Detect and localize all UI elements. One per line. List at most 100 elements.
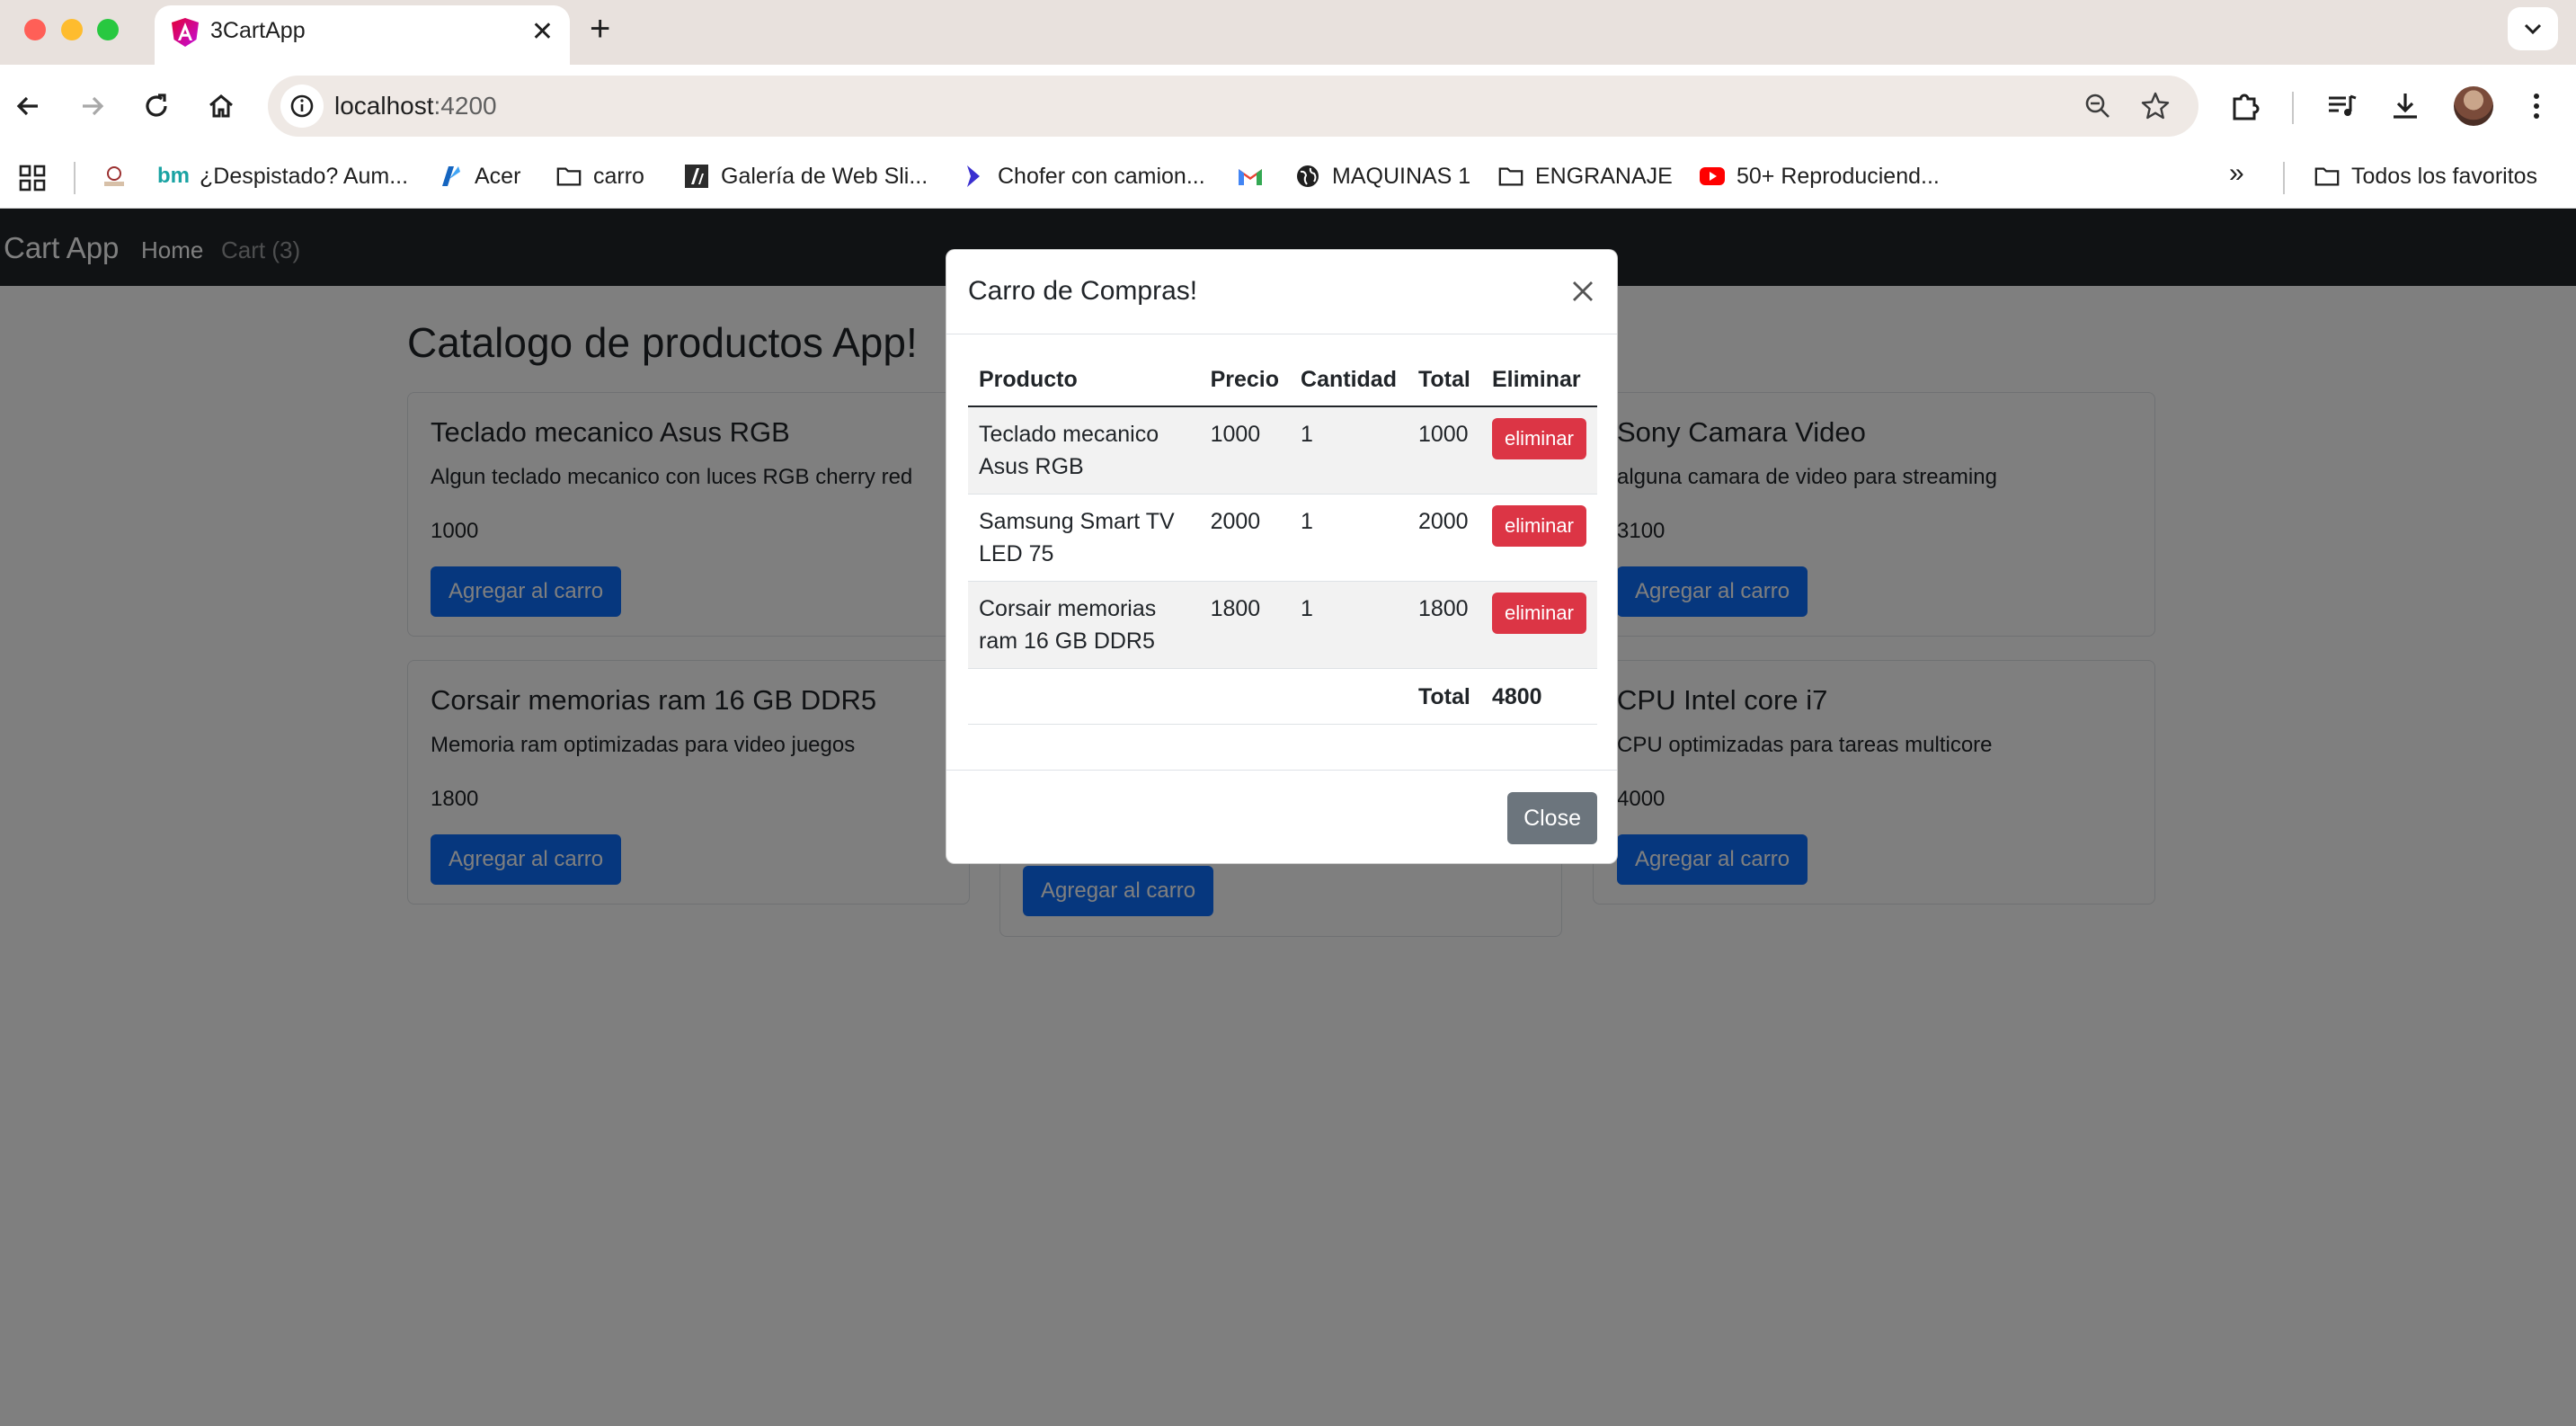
cell-producto: Corsair memorias ram 16 GB DDR5 — [968, 581, 1200, 669]
bookmark-engranaje[interactable]: ENGRANAJE — [1497, 158, 1673, 194]
browser-tab-active[interactable]: 3CartApp ✕ — [155, 5, 570, 65]
toolbar-divider — [2292, 92, 2294, 124]
bookmark-label: Galería de Web Sli... — [721, 163, 928, 189]
chevron-down-icon — [2524, 23, 2542, 35]
address-bar[interactable]: localhost:4200 — [268, 76, 2198, 137]
bm-logo-icon: bm — [157, 164, 190, 188]
profile-avatar[interactable] — [2454, 86, 2493, 126]
folder-icon — [1497, 163, 1524, 190]
zoom-out-icon[interactable] — [2082, 90, 2114, 122]
bookmark-label: carro — [593, 163, 644, 189]
cell-total: 2000 — [1407, 494, 1481, 582]
bookmark-star-icon[interactable] — [2139, 90, 2172, 122]
bookmark-maquinas[interactable]: MAQUINAS 1 — [1294, 158, 1470, 194]
acer-logo-icon — [437, 163, 464, 190]
bookmark-label: 50+ Reproduciend... — [1737, 163, 1940, 189]
web-slice-icon — [683, 163, 710, 190]
more-bookmarks-chevron-icon[interactable]: » — [2229, 158, 2244, 189]
remove-item-button[interactable]: eliminar — [1491, 593, 1586, 634]
back-arrow-icon[interactable] — [11, 88, 47, 124]
forward-arrow-icon[interactable] — [74, 88, 110, 124]
cell-eliminar: eliminar — [1480, 494, 1597, 582]
table-total-row: Total 4800 — [968, 668, 1597, 725]
url-text[interactable]: localhost:4200 — [334, 92, 497, 120]
globe-icon — [1294, 163, 1321, 190]
folder-icon — [555, 163, 582, 190]
more-menu-icon[interactable] — [2517, 86, 2556, 126]
angular-logo-icon — [172, 18, 199, 47]
bookmark-galeria[interactable]: Galería de Web Sli... — [683, 158, 928, 194]
bookmark-label: MAQUINAS 1 — [1332, 163, 1471, 189]
bookmark-carro[interactable]: carro — [555, 158, 644, 194]
cart-table: Producto Precio Cantidad Total Eliminar … — [968, 354, 1597, 725]
cell-cantidad: 1 — [1290, 406, 1408, 495]
home-icon[interactable] — [203, 88, 239, 124]
bookmark-chofer[interactable]: Chofer con camion... — [960, 158, 1205, 194]
cell-cantidad: 1 — [1290, 581, 1408, 669]
media-controls-icon[interactable] — [2323, 86, 2362, 126]
remove-item-button[interactable]: eliminar — [1491, 505, 1586, 547]
bookmark-label: Acer — [475, 163, 521, 189]
total-label: Total — [1407, 668, 1481, 725]
bookmark-label: Todos los favoritos — [2351, 163, 2538, 189]
column-header: Eliminar — [1480, 354, 1597, 407]
tab-search-button[interactable] — [2508, 7, 2558, 50]
remove-item-button[interactable]: eliminar — [1491, 418, 1586, 459]
bookmark-all-favorites[interactable]: Todos los favoritos — [2314, 158, 2537, 194]
bookmark-youtube[interactable]: 50+ Reproduciend... — [1699, 158, 1940, 194]
close-window-button[interactable] — [24, 19, 46, 40]
cell-eliminar: eliminar — [1480, 581, 1597, 669]
youtube-icon — [1699, 163, 1726, 190]
bookmark-divider — [74, 162, 76, 194]
column-header: Precio — [1199, 354, 1291, 407]
reload-icon[interactable] — [138, 88, 174, 124]
close-button[interactable]: Close — [1507, 792, 1597, 844]
cell-producto: Teclado mecanico Asus RGB — [968, 406, 1200, 495]
table-row: Teclado mecanico Asus RGB 1000 1 1000 el… — [968, 406, 1597, 495]
new-tab-button[interactable]: + — [590, 11, 610, 47]
seal-logo-icon — [101, 163, 128, 190]
zoom-window-button[interactable] — [97, 19, 119, 40]
bookmark-seal[interactable] — [101, 158, 138, 194]
table-header-row: Producto Precio Cantidad Total Eliminar — [968, 354, 1597, 407]
close-icon[interactable] — [1567, 275, 1599, 307]
extensions-puzzle-icon[interactable] — [2225, 86, 2265, 126]
download-icon[interactable] — [2385, 86, 2425, 126]
minimize-window-button[interactable] — [61, 19, 83, 40]
bookmarks-bar: bm ¿Despistado? Aum... Acer carro Galerí… — [0, 147, 2576, 209]
cell-cantidad: 1 — [1290, 494, 1408, 582]
column-header: Cantidad — [1290, 354, 1408, 407]
info-icon — [290, 94, 314, 118]
bookmark-label: ENGRANAJE — [1535, 163, 1673, 189]
gmail-icon — [1237, 163, 1264, 190]
bookmark-acer[interactable]: Acer — [437, 158, 520, 194]
cell-precio: 1800 — [1199, 581, 1291, 669]
cell-producto: Samsung Smart TV LED 75 — [968, 494, 1200, 582]
bookmark-label: ¿Despistado? Aum... — [200, 163, 409, 189]
arrow-logo-icon — [960, 163, 987, 190]
column-header: Total — [1407, 354, 1481, 407]
cart-modal: Carro de Compras! Producto Precio Cantid… — [946, 249, 1618, 864]
table-row: Samsung Smart TV LED 75 2000 1 2000 elim… — [968, 494, 1597, 582]
table-row: Corsair memorias ram 16 GB DDR5 1800 1 1… — [968, 581, 1597, 669]
modal-header: Carro de Compras! — [946, 250, 1617, 334]
total-value: 4800 — [1480, 668, 1597, 725]
modal-title: Carro de Compras! — [968, 276, 1198, 306]
tab-close-icon[interactable]: ✕ — [531, 14, 554, 50]
cell-eliminar: eliminar — [1480, 406, 1597, 495]
apps-grid-icon[interactable] — [18, 164, 47, 192]
bookmark-despistado[interactable]: bm ¿Despistado? Aum... — [157, 158, 409, 194]
cell-total: 1000 — [1407, 406, 1481, 495]
modal-footer: Close — [946, 770, 1617, 865]
folder-icon — [2314, 163, 2341, 190]
column-header: Producto — [968, 354, 1200, 407]
tab-title: 3CartApp — [210, 18, 306, 43]
site-info-button[interactable] — [280, 85, 324, 128]
bookmark-label: Chofer con camion... — [998, 163, 1205, 189]
cell-total: 1800 — [1407, 581, 1481, 669]
browser-toolbar: localhost:4200 — [0, 65, 2576, 147]
cell-precio: 2000 — [1199, 494, 1291, 582]
cell-precio: 1000 — [1199, 406, 1291, 495]
bookmark-divider — [2283, 162, 2285, 194]
bookmark-gmail[interactable] — [1237, 158, 1275, 194]
